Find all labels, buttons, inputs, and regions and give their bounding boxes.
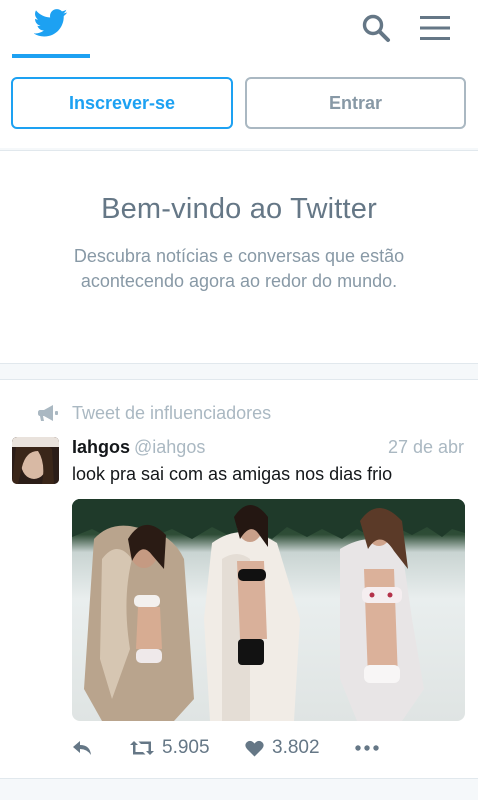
welcome-description: Descubra notícias e conversas que estão … [73, 246, 405, 291]
heart-icon [245, 740, 264, 756]
retweet-count: 5.905 [162, 737, 210, 758]
retweet-button[interactable]: 5.905 [130, 737, 210, 759]
welcome-title: Bem-vindo ao Twitter [101, 193, 377, 225]
tweet-context: Tweet de influenciadores [38, 402, 271, 424]
search-button[interactable] [358, 10, 394, 46]
twitter-mobile-page: Inscrever-se Entrar Bem-vindo ao Twitter… [0, 0, 478, 800]
home-tab[interactable] [12, 0, 90, 58]
author-handle[interactable]: @iahgos [134, 437, 205, 457]
reply-button[interactable] [72, 740, 92, 756]
tweet-timestamp[interactable]: 27 de abr [388, 437, 464, 458]
retweet-icon [130, 741, 154, 755]
tweet-card[interactable]: Tweet de influenciadores Iahgos @iahgos 2… [0, 379, 478, 779]
more-icon [355, 745, 379, 751]
top-nav [0, 0, 478, 62]
like-count: 3.802 [272, 737, 320, 758]
welcome-card: Bem-vindo ao Twitter Descubra notícias e… [0, 150, 478, 364]
tweet-header: Iahgos @iahgos 27 de abr [72, 437, 466, 461]
twitter-bird-icon [34, 9, 68, 37]
search-icon [362, 14, 390, 42]
hamburger-menu-icon [420, 16, 450, 40]
author-name[interactable]: Iahgos [72, 437, 130, 457]
active-tab-indicator [12, 54, 90, 58]
reply-icon [73, 741, 91, 755]
menu-button[interactable] [417, 10, 453, 46]
tweet-text: look pra sai com as amigas nos dias frio [72, 464, 393, 484]
login-button[interactable]: Entrar [245, 77, 466, 129]
signup-button[interactable]: Inscrever-se [11, 77, 233, 129]
tweet-context-label: Tweet de influenciadores [72, 402, 272, 423]
tweet-photo[interactable] [72, 499, 465, 721]
like-button[interactable]: 3.802 [245, 737, 320, 759]
auth-actions: Inscrever-se Entrar [0, 62, 478, 148]
more-options-button[interactable] [355, 745, 379, 751]
megaphone-icon [38, 405, 58, 421]
author-avatar[interactable] [12, 437, 59, 484]
